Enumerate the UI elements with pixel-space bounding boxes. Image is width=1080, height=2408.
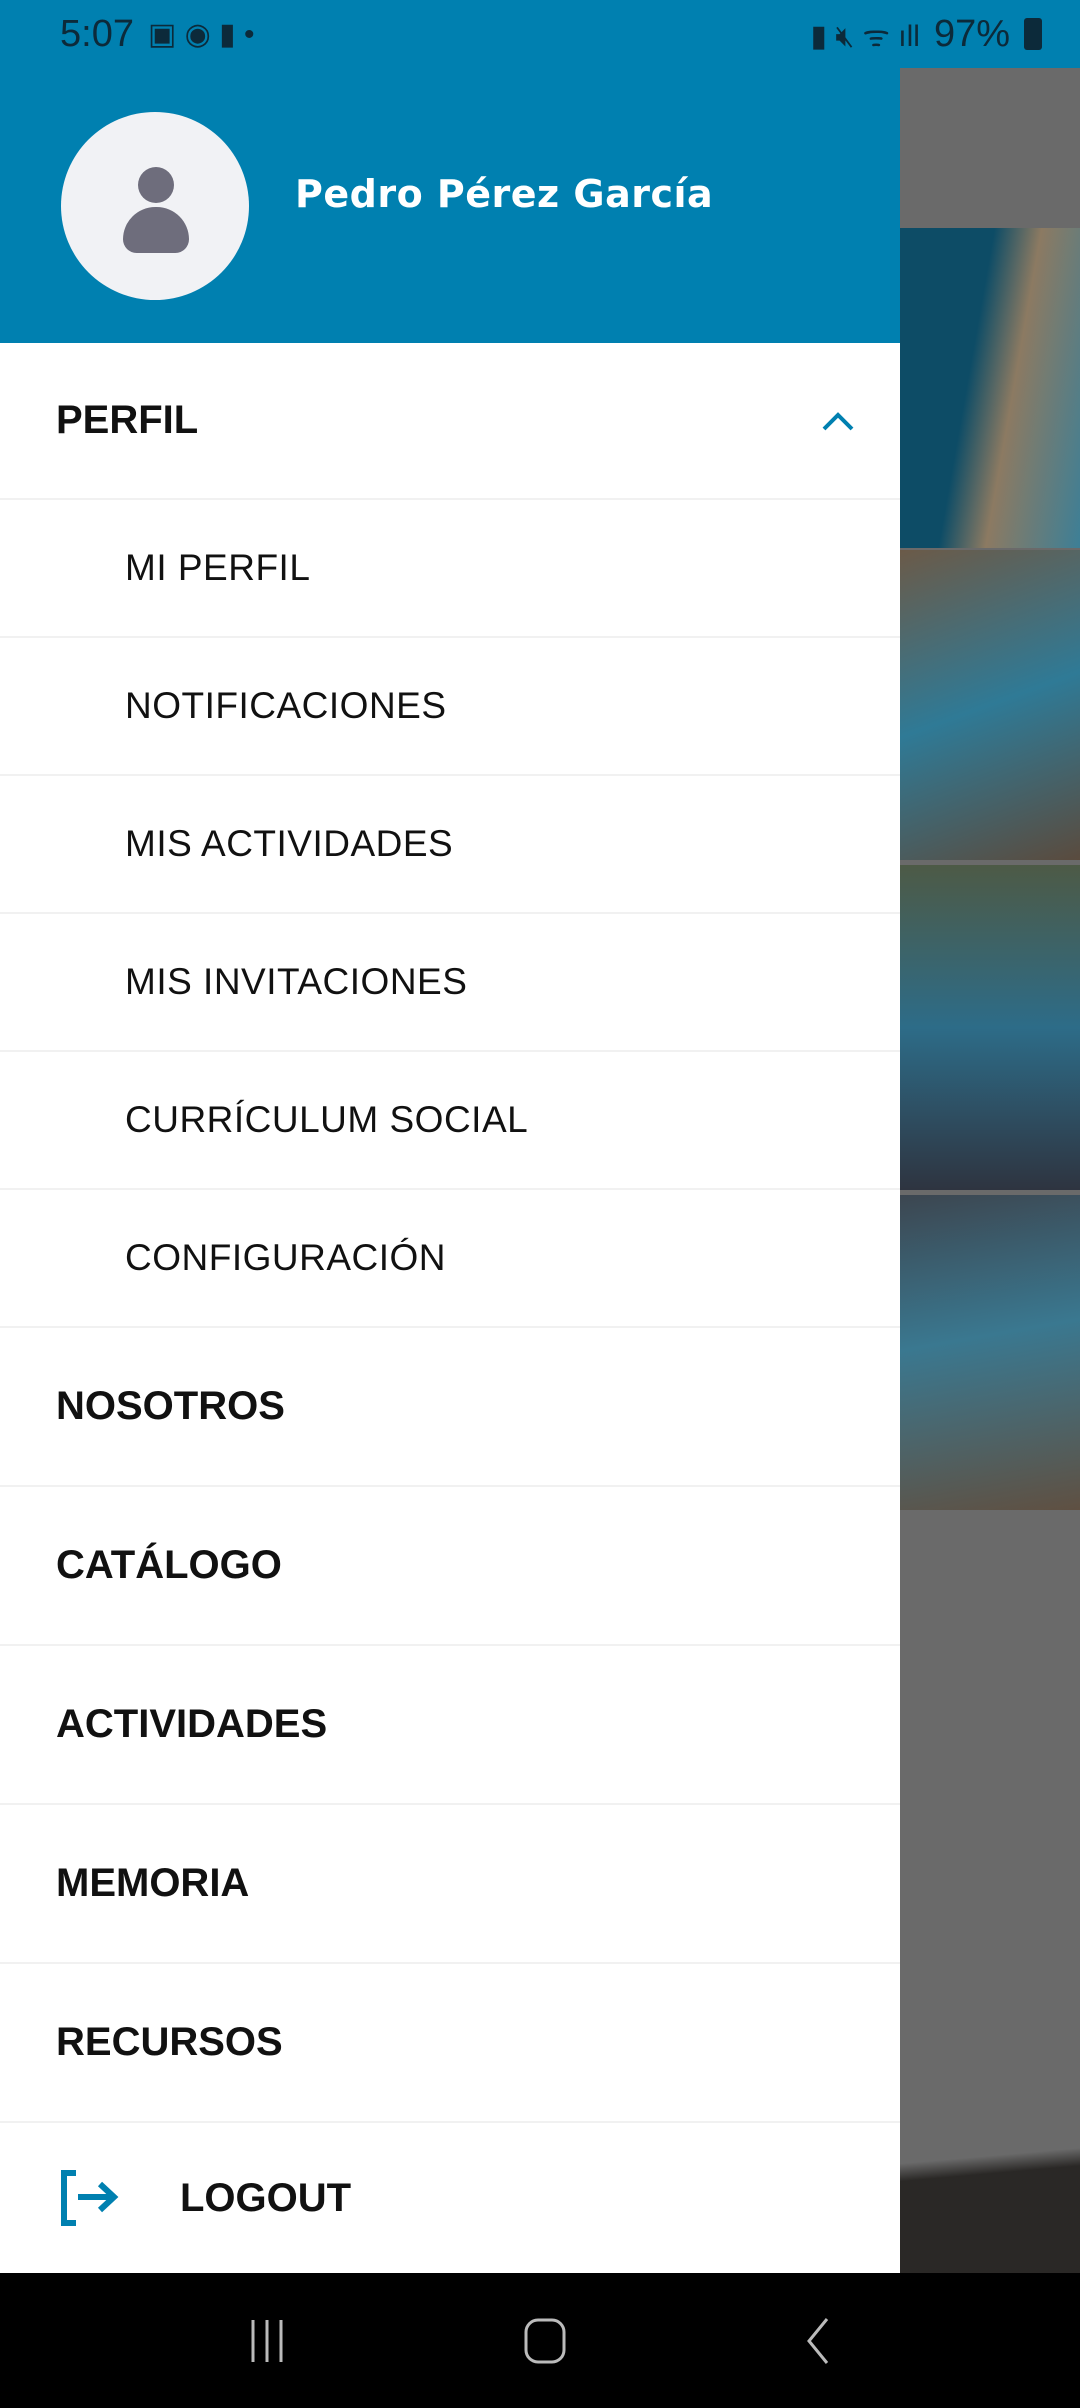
status-time: 5:07	[60, 12, 134, 55]
system-icons: ▮ 🔇︎ ᯤ ıll	[810, 19, 920, 53]
logout-button[interactable]: LOGOUT	[0, 2123, 900, 2273]
navigation-drawer: Pedro Pérez García PERFIL MI PERFIL NOTI…	[0, 0, 900, 2273]
home-icon[interactable]	[522, 2317, 568, 2365]
menu-nosotros[interactable]: NOSOTROS	[0, 1328, 900, 1487]
menu-label: ACTIVIDADES	[56, 1702, 328, 1746]
logout-label: LOGOUT	[180, 2175, 352, 2220]
submenu-configuracion[interactable]: CONFIGURACIÓN	[0, 1190, 900, 1328]
app-content-dimmed[interactable]	[900, 0, 1080, 2273]
chevron-up-icon	[822, 411, 854, 430]
menu-label: MI PERFIL	[125, 547, 311, 588]
menu-label: NOSOTROS	[56, 1384, 285, 1428]
submenu-mis-actividades[interactable]: MIS ACTIVIDADES	[0, 776, 900, 914]
avatar[interactable]	[61, 112, 249, 300]
menu-label: CONFIGURACIÓN	[125, 1237, 446, 1278]
submenu-curriculum-social[interactable]: CURRÍCULUM SOCIAL	[0, 1052, 900, 1190]
submenu-notificaciones[interactable]: NOTIFICACIONES	[0, 638, 900, 776]
menu-label: MIS INVITACIONES	[125, 961, 468, 1002]
menu-perfil[interactable]: PERFIL	[0, 343, 900, 500]
user-name: Pedro Pérez García	[295, 172, 714, 216]
back-icon[interactable]	[803, 2316, 833, 2366]
menu-label: MIS ACTIVIDADES	[125, 823, 454, 864]
user-icon	[138, 167, 174, 203]
menu-catalogo[interactable]: CATÁLOGO	[0, 1487, 900, 1646]
menu-memoria[interactable]: MEMORIA	[0, 1805, 900, 1964]
logout-icon	[61, 2170, 119, 2226]
submenu-mis-invitaciones[interactable]: MIS INVITACIONES	[0, 914, 900, 1052]
notification-icons: ▣ ◉ ▮ •	[147, 17, 255, 51]
menu-label: RECURSOS	[56, 2020, 283, 2064]
battery-level: 97%	[933, 12, 1010, 55]
status-bar: 5:07 ▣ ◉ ▮ • ▮ 🔇︎ ᯤ ıll 97%	[0, 0, 1080, 68]
menu-actividades[interactable]: ACTIVIDADES	[0, 1646, 900, 1805]
recent-apps-icon[interactable]	[247, 2318, 287, 2364]
submenu-mi-perfil[interactable]: MI PERFIL	[0, 500, 900, 638]
battery-icon	[1024, 18, 1042, 50]
menu-label: CURRÍCULUM SOCIAL	[125, 1099, 529, 1140]
system-nav-bar	[0, 2273, 1080, 2408]
menu-label: MEMORIA	[56, 1861, 250, 1905]
menu-label: PERFIL	[56, 398, 199, 442]
menu-recursos[interactable]: RECURSOS	[0, 1964, 900, 2123]
menu-label: NOTIFICACIONES	[125, 685, 447, 726]
menu-label: CATÁLOGO	[56, 1543, 282, 1587]
